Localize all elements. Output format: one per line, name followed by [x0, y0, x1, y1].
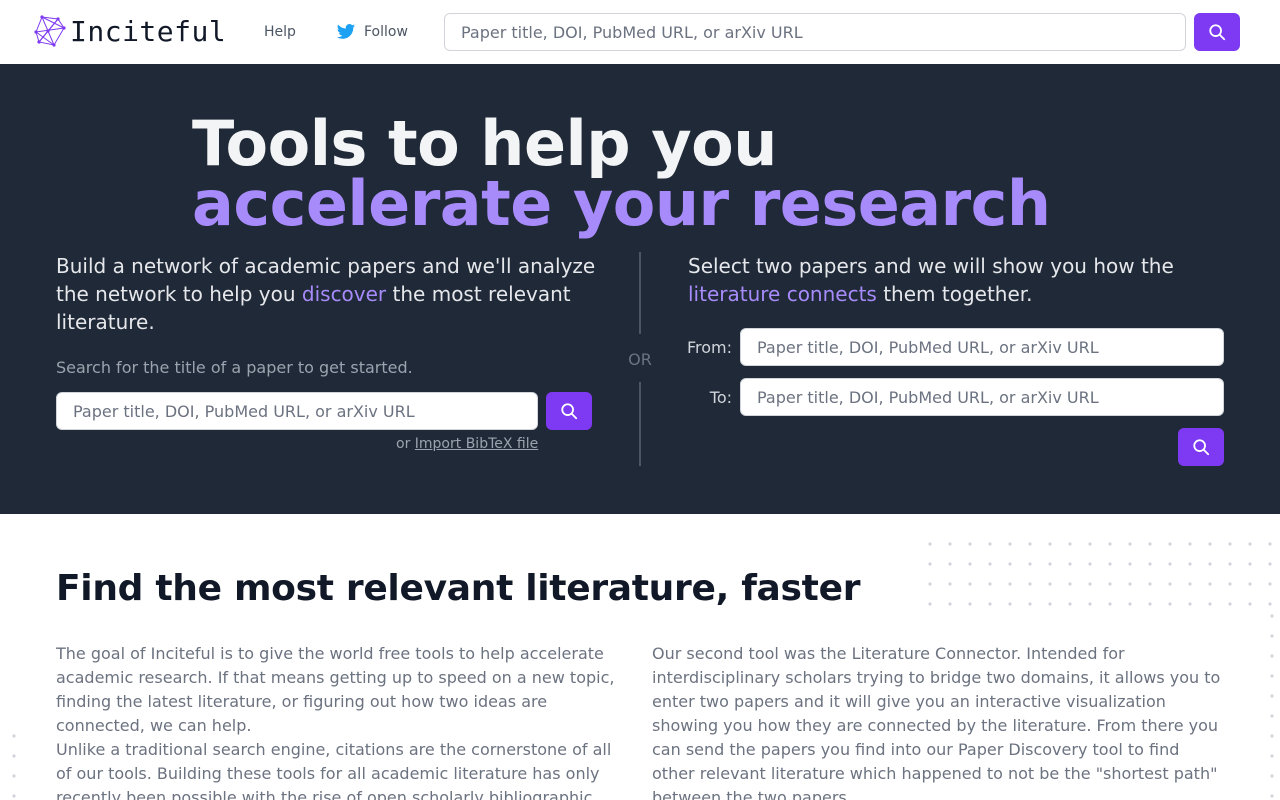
connector-search-button[interactable]	[1178, 428, 1224, 466]
discovery-search-input[interactable]	[56, 392, 538, 430]
about-column-right: Our second tool was the Literature Conne…	[652, 642, 1224, 800]
to-label: To:	[709, 388, 732, 407]
from-input[interactable]	[740, 328, 1224, 366]
literature-connects-accent: literature connects	[688, 282, 877, 306]
import-prefix: or	[396, 436, 415, 452]
from-label: From:	[686, 338, 732, 357]
discovery-search-button[interactable]	[546, 392, 592, 430]
header-search-button[interactable]	[1194, 13, 1240, 51]
top-header: Inciteful Help Follow	[0, 0, 1280, 64]
import-bibtex-link[interactable]: Import BibTeX file	[415, 436, 538, 452]
hero-section: Tools to help you accelerate your resear…	[0, 64, 1280, 514]
connector-desc-text-end: them together.	[876, 282, 1033, 306]
search-icon	[1193, 439, 1210, 456]
divider-bottom	[639, 382, 641, 466]
about-title: Find the most relevant literature, faste…	[56, 568, 861, 609]
discover-accent: discover	[301, 282, 387, 306]
twitter-icon	[336, 24, 356, 39]
logo[interactable]: Inciteful	[32, 14, 226, 48]
about-column-left: The goal of Inciteful is to give the wor…	[56, 642, 624, 800]
or-label: OR	[628, 350, 652, 369]
dot-pattern-decoration-right	[1262, 606, 1280, 800]
header-search-input[interactable]	[444, 13, 1186, 51]
about-paragraph: Our second tool was the Literature Conne…	[652, 644, 1221, 800]
discovery-hint: Search for the title of a paper to get s…	[56, 358, 413, 377]
to-input[interactable]	[740, 378, 1224, 416]
divider-top	[639, 252, 641, 334]
logo-text: Inciteful	[70, 14, 227, 48]
search-icon	[1209, 24, 1226, 41]
connector-description: Select two papers and we will show you h…	[688, 252, 1228, 308]
search-icon	[561, 403, 578, 420]
dot-pattern-decoration-left	[0, 726, 22, 800]
dot-pattern-decoration	[920, 534, 1280, 606]
about-paragraph: Unlike a traditional search engine, cita…	[56, 740, 612, 800]
follow-label: Follow	[364, 24, 408, 40]
help-link[interactable]: Help	[264, 24, 296, 40]
hero-title-line2: accelerate your research	[192, 167, 1051, 240]
import-row: or Import BibTeX file	[396, 436, 538, 452]
about-paragraph: The goal of Inciteful is to give the wor…	[56, 644, 615, 735]
twitter-follow-link[interactable]: Follow	[336, 22, 408, 42]
discovery-description: Build a network of academic papers and w…	[56, 252, 596, 336]
connector-desc-text: Select two papers and we will show you h…	[688, 254, 1174, 278]
inciteful-logo-icon	[34, 15, 66, 47]
